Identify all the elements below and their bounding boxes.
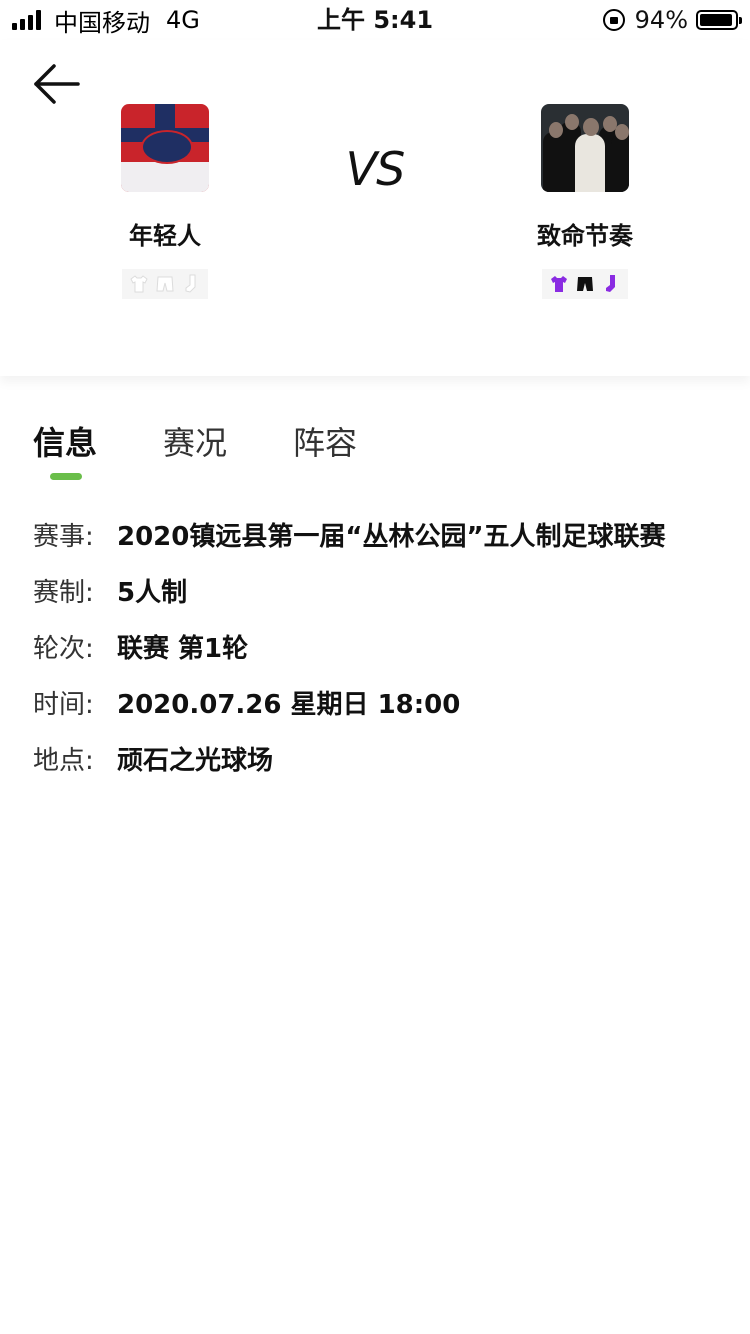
status-right: 94% [602, 4, 742, 36]
vs-label: VS [345, 142, 406, 196]
info-label: 地点: [33, 745, 94, 776]
battery-fill [700, 14, 732, 26]
back-button[interactable] [30, 62, 86, 106]
home-team[interactable]: 年轻人 [75, 104, 255, 299]
socks-icon [185, 274, 196, 293]
info-label: 时间: [33, 689, 94, 720]
tab-lineup[interactable]: 阵容 [293, 418, 357, 464]
shorts-icon [577, 277, 593, 291]
away-team-logo [541, 104, 629, 192]
info-value: 2020.07.26 星期日 18:00 [117, 689, 461, 720]
info-value: 2020镇远县第一届“丛林公园”五人制足球联赛 [117, 521, 666, 552]
shirt-icon [130, 275, 148, 293]
back-arrow-icon [34, 64, 80, 104]
info-row-time: 时间: 2020.07.26 星期日 18:00 [33, 674, 733, 730]
info-label: 赛制: [33, 577, 94, 608]
info-value: 顽石之光球场 [117, 745, 274, 776]
tab-info[interactable]: 信息 [33, 418, 97, 464]
battery-icon [696, 10, 742, 30]
info-label: 赛事: [33, 521, 94, 552]
battery-percent: 94% [634, 6, 688, 34]
socks-icon [606, 275, 615, 292]
tab-match-status[interactable]: 赛况 [163, 418, 227, 464]
away-team[interactable]: 致命节奏 [495, 104, 675, 299]
home-team-logo [121, 104, 209, 192]
status-bar: 中国移动 4G 上午 5:41 94% [0, 0, 750, 40]
info-row-round: 轮次: 联赛 第1轮 [33, 618, 733, 674]
tab-bar: 信息 赛况 阵容 [33, 418, 423, 464]
info-label: 轮次: [33, 633, 94, 664]
info-value: 联赛 第1轮 [117, 633, 249, 664]
active-tab-indicator [50, 473, 82, 480]
shorts-icon [156, 276, 174, 292]
away-team-name: 致命节奏 [537, 222, 633, 250]
match-info-list: 赛事: 2020镇远县第一届“丛林公园”五人制足球联赛 赛制: 5人制 轮次: … [33, 506, 733, 786]
shirt-icon [551, 276, 567, 292]
info-row-venue: 地点: 顽石之光球场 [33, 730, 733, 786]
info-row-competition: 赛事: 2020镇远县第一届“丛林公园”五人制足球联赛 [33, 506, 733, 562]
info-row-format: 赛制: 5人制 [33, 562, 733, 618]
away-kit [542, 269, 628, 299]
home-kit [122, 269, 208, 299]
orientation-lock-icon [602, 9, 625, 31]
home-team-name: 年轻人 [129, 222, 201, 250]
info-value: 5人制 [117, 577, 188, 608]
